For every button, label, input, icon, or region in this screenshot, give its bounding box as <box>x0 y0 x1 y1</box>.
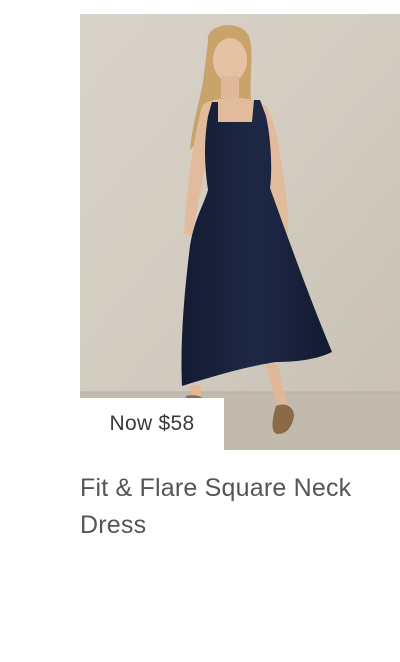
product-image[interactable] <box>80 14 400 450</box>
product-card[interactable]: Now $58 Fit & Flare Square Neck Dress <box>0 0 400 662</box>
price-badge: Now $58 <box>80 398 224 450</box>
model-face <box>213 38 247 82</box>
price-label: Now $58 <box>109 412 195 435</box>
product-name-link[interactable]: Fit & Flare Square Neck Dress <box>80 470 380 544</box>
